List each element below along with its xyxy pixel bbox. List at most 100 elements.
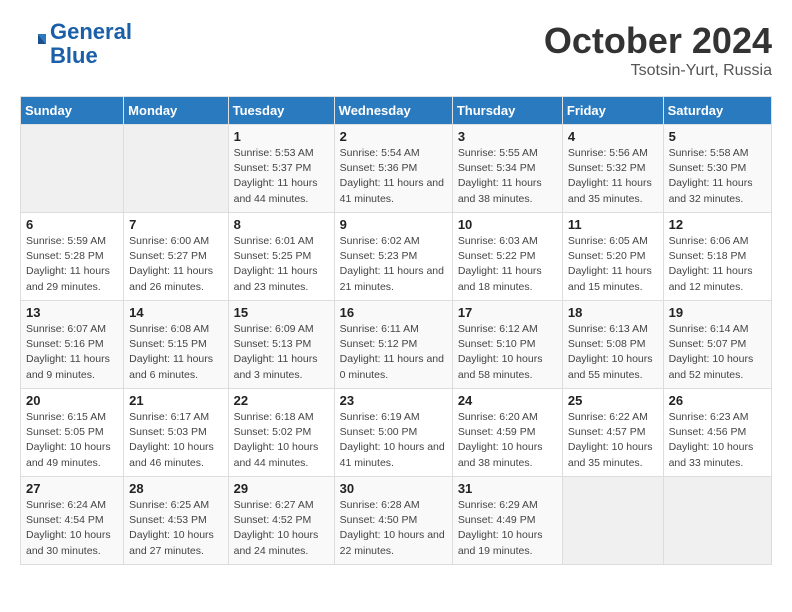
month-title: October 2024	[544, 20, 772, 62]
day-number: 5	[669, 129, 766, 144]
day-info: Sunrise: 6:00 AM Sunset: 5:27 PM Dayligh…	[129, 234, 222, 295]
day-number: 30	[340, 481, 447, 496]
calendar-cell: 12 Sunrise: 6:06 AM Sunset: 5:18 PM Dayli…	[663, 213, 771, 301]
day-info: Sunrise: 6:12 AM Sunset: 5:10 PM Dayligh…	[458, 322, 557, 383]
logo-icon	[20, 30, 48, 58]
day-info: Sunrise: 6:24 AM Sunset: 4:54 PM Dayligh…	[26, 498, 118, 559]
calendar-cell: 18 Sunrise: 6:13 AM Sunset: 5:08 PM Dayli…	[562, 301, 663, 389]
calendar-cell: 16 Sunrise: 6:11 AM Sunset: 5:12 PM Dayli…	[334, 301, 452, 389]
calendar-cell: 21Sunrise: 6:17 AM Sunset: 5:03 PM Dayli…	[124, 389, 228, 477]
weekday-header-monday: Monday	[124, 97, 228, 125]
day-info: Sunrise: 5:56 AM Sunset: 5:32 PM Dayligh…	[568, 146, 658, 207]
calendar-cell: 4Sunrise: 5:56 AM Sunset: 5:32 PM Daylig…	[562, 125, 663, 213]
calendar-week-row: 13 Sunrise: 6:07 AM Sunset: 5:16 PM Dayli…	[21, 301, 772, 389]
day-number: 3	[458, 129, 557, 144]
calendar-cell: 8Sunrise: 6:01 AM Sunset: 5:25 PM Daylig…	[228, 213, 334, 301]
calendar-week-row: 20 Sunrise: 6:15 AM Sunset: 5:05 PM Dayli…	[21, 389, 772, 477]
calendar-table: SundayMondayTuesdayWednesdayThursdayFrid…	[20, 96, 772, 565]
weekday-header-friday: Friday	[562, 97, 663, 125]
day-number: 31	[458, 481, 557, 496]
day-info: Sunrise: 6:06 AM Sunset: 5:18 PM Dayligh…	[669, 234, 766, 295]
day-number: 24	[458, 393, 557, 408]
calendar-cell: 9 Sunrise: 6:02 AM Sunset: 5:23 PM Daylig…	[334, 213, 452, 301]
day-info: Sunrise: 6:05 AM Sunset: 5:20 PM Dayligh…	[568, 234, 658, 295]
day-number: 16	[340, 305, 447, 320]
day-number: 9	[340, 217, 447, 232]
day-info: Sunrise: 6:13 AM Sunset: 5:08 PM Dayligh…	[568, 322, 658, 383]
calendar-cell: 26 Sunrise: 6:23 AM Sunset: 4:56 PM Dayli…	[663, 389, 771, 477]
day-info: Sunrise: 6:15 AM Sunset: 5:05 PM Dayligh…	[26, 410, 118, 471]
calendar-cell: 11 Sunrise: 6:05 AM Sunset: 5:20 PM Dayli…	[562, 213, 663, 301]
day-info: Sunrise: 6:20 AM Sunset: 4:59 PM Dayligh…	[458, 410, 557, 471]
day-number: 27	[26, 481, 118, 496]
weekday-header-tuesday: Tuesday	[228, 97, 334, 125]
day-number: 19	[669, 305, 766, 320]
day-number: 18	[568, 305, 658, 320]
calendar-cell: 1Sunrise: 5:53 AM Sunset: 5:37 PM Daylig…	[228, 125, 334, 213]
day-number: 13	[26, 305, 118, 320]
day-info: Sunrise: 6:11 AM Sunset: 5:12 PM Dayligh…	[340, 322, 447, 383]
day-info: Sunrise: 6:28 AM Sunset: 4:50 PM Dayligh…	[340, 498, 447, 559]
calendar-cell: 27 Sunrise: 6:24 AM Sunset: 4:54 PM Dayli…	[21, 477, 124, 565]
calendar-cell	[663, 477, 771, 565]
day-number: 12	[669, 217, 766, 232]
day-info: Sunrise: 6:14 AM Sunset: 5:07 PM Dayligh…	[669, 322, 766, 383]
day-number: 10	[458, 217, 557, 232]
day-number: 11	[568, 217, 658, 232]
day-number: 23	[340, 393, 447, 408]
day-info: Sunrise: 6:29 AM Sunset: 4:49 PM Dayligh…	[458, 498, 557, 559]
day-number: 25	[568, 393, 658, 408]
calendar-cell: 20 Sunrise: 6:15 AM Sunset: 5:05 PM Dayli…	[21, 389, 124, 477]
day-number: 15	[234, 305, 329, 320]
day-number: 8	[234, 217, 329, 232]
logo: General Blue	[20, 20, 132, 68]
day-number: 20	[26, 393, 118, 408]
calendar-cell: 31 Sunrise: 6:29 AM Sunset: 4:49 PM Dayli…	[452, 477, 562, 565]
day-info: Sunrise: 6:17 AM Sunset: 5:03 PM Dayligh…	[129, 410, 222, 471]
weekday-header-thursday: Thursday	[452, 97, 562, 125]
calendar-cell: 19 Sunrise: 6:14 AM Sunset: 5:07 PM Dayli…	[663, 301, 771, 389]
weekday-header-row: SundayMondayTuesdayWednesdayThursdayFrid…	[21, 97, 772, 125]
weekday-header-saturday: Saturday	[663, 97, 771, 125]
title-block: October 2024 Tsotsin-Yurt, Russia	[544, 20, 772, 80]
calendar-week-row: 6 Sunrise: 5:59 AM Sunset: 5:28 PM Daylig…	[21, 213, 772, 301]
day-number: 6	[26, 217, 118, 232]
calendar-cell: 23Sunrise: 6:19 AM Sunset: 5:00 PM Dayli…	[334, 389, 452, 477]
logo-text: General Blue	[50, 20, 132, 68]
page-header: General Blue October 2024 Tsotsin-Yurt, …	[20, 20, 772, 80]
day-info: Sunrise: 6:02 AM Sunset: 5:23 PM Dayligh…	[340, 234, 447, 295]
day-number: 26	[669, 393, 766, 408]
day-info: Sunrise: 6:07 AM Sunset: 5:16 PM Dayligh…	[26, 322, 118, 383]
calendar-week-row: 1Sunrise: 5:53 AM Sunset: 5:37 PM Daylig…	[21, 125, 772, 213]
day-info: Sunrise: 6:08 AM Sunset: 5:15 PM Dayligh…	[129, 322, 222, 383]
calendar-cell: 5 Sunrise: 5:58 AM Sunset: 5:30 PM Daylig…	[663, 125, 771, 213]
day-number: 28	[129, 481, 222, 496]
day-info: Sunrise: 6:03 AM Sunset: 5:22 PM Dayligh…	[458, 234, 557, 295]
day-number: 17	[458, 305, 557, 320]
calendar-cell: 13 Sunrise: 6:07 AM Sunset: 5:16 PM Dayli…	[21, 301, 124, 389]
calendar-cell	[124, 125, 228, 213]
calendar-cell: 17 Sunrise: 6:12 AM Sunset: 5:10 PM Dayli…	[452, 301, 562, 389]
day-info: Sunrise: 5:58 AM Sunset: 5:30 PM Dayligh…	[669, 146, 766, 207]
day-number: 2	[340, 129, 447, 144]
day-info: Sunrise: 6:27 AM Sunset: 4:52 PM Dayligh…	[234, 498, 329, 559]
calendar-cell: 29 Sunrise: 6:27 AM Sunset: 4:52 PM Dayli…	[228, 477, 334, 565]
day-info: Sunrise: 5:55 AM Sunset: 5:34 PM Dayligh…	[458, 146, 557, 207]
day-info: Sunrise: 6:23 AM Sunset: 4:56 PM Dayligh…	[669, 410, 766, 471]
calendar-cell: 30 Sunrise: 6:28 AM Sunset: 4:50 PM Dayli…	[334, 477, 452, 565]
weekday-header-sunday: Sunday	[21, 97, 124, 125]
day-info: Sunrise: 6:25 AM Sunset: 4:53 PM Dayligh…	[129, 498, 222, 559]
calendar-cell: 10 Sunrise: 6:03 AM Sunset: 5:22 PM Dayli…	[452, 213, 562, 301]
day-info: Sunrise: 6:18 AM Sunset: 5:02 PM Dayligh…	[234, 410, 329, 471]
calendar-week-row: 27 Sunrise: 6:24 AM Sunset: 4:54 PM Dayli…	[21, 477, 772, 565]
day-number: 22	[234, 393, 329, 408]
calendar-cell: 22 Sunrise: 6:18 AM Sunset: 5:02 PM Dayli…	[228, 389, 334, 477]
day-number: 1	[234, 129, 329, 144]
day-info: Sunrise: 6:09 AM Sunset: 5:13 PM Dayligh…	[234, 322, 329, 383]
calendar-cell: 14Sunrise: 6:08 AM Sunset: 5:15 PM Dayli…	[124, 301, 228, 389]
calendar-cell: 6 Sunrise: 5:59 AM Sunset: 5:28 PM Daylig…	[21, 213, 124, 301]
day-info: Sunrise: 5:59 AM Sunset: 5:28 PM Dayligh…	[26, 234, 118, 295]
day-info: Sunrise: 5:54 AM Sunset: 5:36 PM Dayligh…	[340, 146, 447, 207]
day-number: 29	[234, 481, 329, 496]
calendar-cell: 2 Sunrise: 5:54 AM Sunset: 5:36 PM Daylig…	[334, 125, 452, 213]
